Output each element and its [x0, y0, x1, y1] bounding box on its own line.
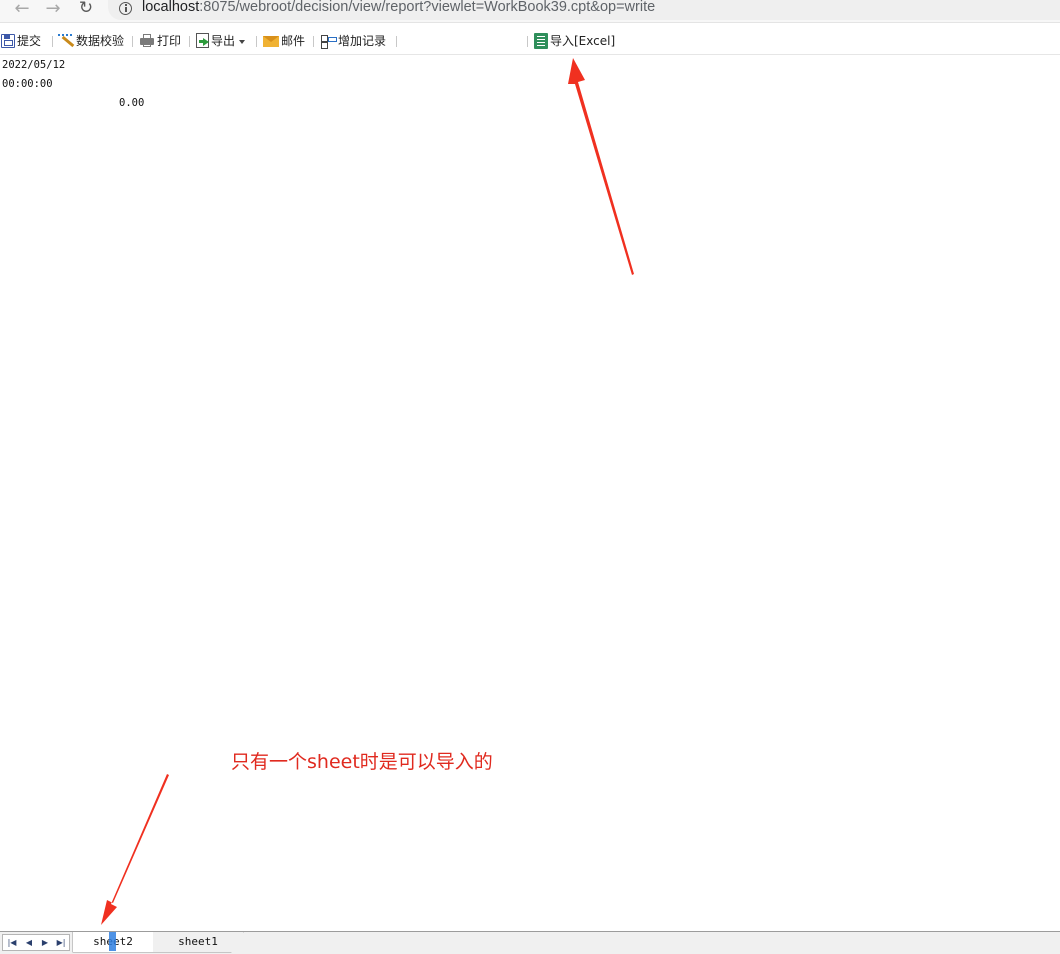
submit-label: 提交 [17, 34, 42, 48]
toolbar-separator [527, 36, 528, 47]
report-toolbar: 提交 数据校验 打印 导出 邮件 增加记录 导入[Excel] [0, 28, 1060, 55]
back-arrow-icon[interactable]: ← [11, 0, 33, 19]
toolbar-separator [313, 36, 314, 47]
toolbar-separator [52, 36, 53, 47]
mail-icon [263, 36, 279, 47]
print-label: 打印 [157, 34, 182, 48]
annotation-arrows [101, 58, 634, 925]
time-cell[interactable]: 00:00:00 [2, 78, 53, 90]
toolbar-separator [132, 36, 133, 47]
sheet-tab-sheet1[interactable]: sheet1 [153, 932, 243, 952]
submit-button[interactable]: 提交 [1, 33, 41, 49]
toolbar-separator [256, 36, 257, 47]
export-icon [196, 33, 209, 48]
chevron-down-icon [239, 39, 246, 44]
magic-wand-icon [58, 33, 74, 49]
url-path: :8075/webroot/decision/view/report?viewl… [199, 0, 656, 15]
add-record-icon [320, 33, 337, 49]
printer-icon [139, 33, 155, 49]
validate-label: 数据校验 [76, 34, 125, 48]
add-record-label: 增加记录 [338, 34, 387, 48]
export-label: 导出 [211, 34, 236, 48]
import-excel-label: 导入[Excel] [550, 34, 616, 48]
date-cell[interactable]: 2022/05/12 [2, 59, 65, 71]
mail-button[interactable]: 邮件 [263, 33, 305, 49]
text-cursor-highlight [109, 932, 116, 951]
info-icon[interactable] [119, 2, 132, 15]
annotation-text: 只有一个sheet时是可以导入的 [231, 751, 493, 773]
reload-icon[interactable]: ↻ [75, 0, 97, 18]
validate-button[interactable]: 数据校验 [58, 33, 124, 49]
export-button[interactable]: 导出 [196, 33, 246, 49]
url-text[interactable]: localhost:8075/webroot/decision/view/rep… [142, 0, 655, 15]
save-icon [1, 34, 15, 48]
arrow-to-import [568, 58, 634, 275]
print-button[interactable]: 打印 [139, 33, 181, 49]
add-record-button[interactable]: 增加记录 [320, 33, 386, 49]
mail-label: 邮件 [281, 34, 306, 48]
sheet-tab-bar: |◀ ◀ ▶ ▶| sheet2 sheet1 [0, 931, 1060, 954]
forward-arrow-icon[interactable]: → [42, 0, 64, 19]
browser-bar: ← → ↻ localhost:8075/webroot/decision/vi… [0, 0, 1060, 23]
excel-icon [534, 33, 548, 49]
address-bar[interactable]: localhost:8075/webroot/decision/view/rep… [108, 0, 1060, 20]
arrow-to-sheet-tab [101, 774, 169, 925]
toolbar-separator [396, 36, 397, 47]
amount-cell[interactable]: 0.00 [119, 97, 144, 109]
url-host: localhost [142, 0, 200, 15]
toolbar-separator [189, 36, 190, 47]
import-excel-button[interactable]: 导入[Excel] [534, 33, 615, 49]
